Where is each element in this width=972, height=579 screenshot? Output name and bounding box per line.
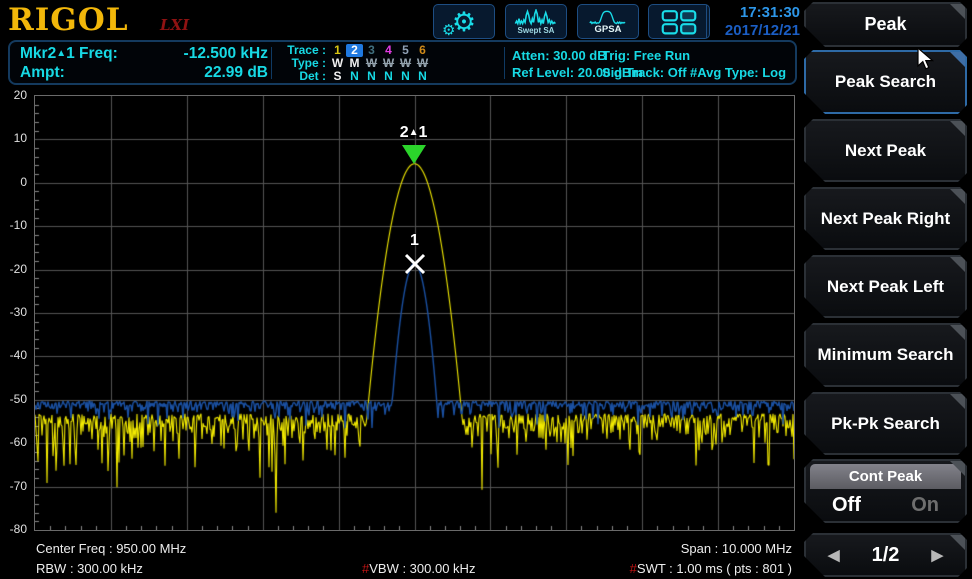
y-axis-label: 20 xyxy=(0,88,27,102)
softkey-next-peak[interactable]: Next Peak xyxy=(804,119,967,182)
trace-cell: N xyxy=(363,70,380,83)
trace-table-row-label: Det : xyxy=(278,70,326,83)
trig-readout: Trig: Free Run xyxy=(602,48,690,63)
corner-fold-icon xyxy=(950,461,965,476)
gpsa-curve-icon xyxy=(585,10,631,25)
rigol-logo: RIGOL xyxy=(8,2,129,38)
gear-icon: ⚙ xyxy=(452,9,476,35)
infobox-divider xyxy=(504,47,505,79)
softkey-page-nav[interactable]: ◀ 1/2 ▶ xyxy=(804,533,967,577)
page-prev-icon[interactable]: ◀ xyxy=(828,546,840,564)
cont-peak-on[interactable]: On xyxy=(911,494,939,517)
measurement-info-box: Mkr2▲1 Freq: -12.500 kHz Ampt: 22.99 dB … xyxy=(8,40,797,85)
y-axis-label: 10 xyxy=(0,131,27,145)
swept-sa-label: Swept SA xyxy=(518,27,555,35)
time-display: 17:31:30 xyxy=(712,4,800,22)
y-axis-label: -40 xyxy=(0,348,27,362)
gpsa-label: GPSA xyxy=(595,26,622,34)
corner-fold-icon xyxy=(950,4,965,19)
gpsa-mode-button[interactable]: GPSA xyxy=(577,4,639,39)
softkey-next-peak-right[interactable]: Next Peak Right xyxy=(804,187,967,250)
page-next-icon[interactable]: ▶ xyxy=(931,546,943,564)
y-axis-label: -30 xyxy=(0,305,27,319)
swept-sa-mode-button[interactable]: Swept SA xyxy=(505,4,567,39)
softkey-minimum-search[interactable]: Minimum Search xyxy=(804,323,967,387)
vbw-readout: #VBW : 300.00 kHz xyxy=(362,561,475,576)
system-settings-button[interactable]: ⚙ ⚙ xyxy=(433,4,495,39)
trace-cell: N xyxy=(380,70,397,83)
avg-type-readout: #Avg Type: Log xyxy=(690,65,786,80)
corner-fold-icon xyxy=(950,257,965,272)
page-indicator: 1/2 xyxy=(872,544,900,567)
marker-readout: Mkr2▲1 Freq: -12.500 kHz Ampt: 22.99 dB xyxy=(20,44,268,82)
y-axis-label: -50 xyxy=(0,392,27,406)
marker-ampt-label: Ampt: xyxy=(20,63,65,82)
marker-ampt-value: 22.99 dB xyxy=(204,63,268,82)
cont-peak-toggle[interactable]: Off On xyxy=(810,489,961,521)
trace-cell: S xyxy=(329,70,346,83)
softkey-cont-peak[interactable]: Cont Peak Off On xyxy=(804,459,967,523)
y-axis-label: 0 xyxy=(0,175,27,189)
y-axis-labels: 20100-10-20-30-40-50-60-70-80 xyxy=(0,95,30,531)
corner-fold-icon xyxy=(950,535,965,550)
gear-small-icon: ⚙ xyxy=(442,23,455,38)
y-axis-label: -80 xyxy=(0,522,27,536)
cont-peak-header: Cont Peak xyxy=(810,464,961,489)
lxi-logo: LXI xyxy=(160,16,189,34)
spectrum-analyzer-screen: RIGOL LXI ⚙ ⚙ Swept SA GPSA 17:31:30 201… xyxy=(0,0,972,579)
marker-freq-value: -12.500 kHz xyxy=(184,44,268,63)
atten-readout: Atten: 30.00 dB xyxy=(512,48,607,63)
marker-delta-label: 2▲1 xyxy=(384,124,444,142)
windows-grid-icon xyxy=(660,9,698,35)
spectrum-plot-area: 2▲1 1 xyxy=(34,95,795,531)
swt-readout: #SWT : 1.00 ms ( pts : 801 ) xyxy=(630,561,792,576)
cont-peak-off[interactable]: Off xyxy=(832,494,861,517)
center-freq-readout: Center Freq : 950.00 MHz xyxy=(36,541,186,556)
rbw-readout: RBW : 300.00 kHz xyxy=(36,561,143,576)
swept-sa-waveform-icon xyxy=(513,9,559,26)
trace-cell: N xyxy=(414,70,431,83)
softkey-peak-search[interactable]: Peak Search xyxy=(804,50,967,114)
marker1-label: 1 xyxy=(385,232,445,250)
span-readout: Span : 10.000 MHz xyxy=(681,541,792,556)
infobox-divider xyxy=(271,47,272,79)
trace-cell: N xyxy=(397,70,414,83)
y-axis-label: -20 xyxy=(0,262,27,276)
corner-fold-icon xyxy=(950,121,965,136)
y-axis-label: -70 xyxy=(0,479,27,493)
marker-freq-label: Mkr2▲1 Freq: xyxy=(20,44,118,63)
corner-fold-icon xyxy=(950,189,965,204)
trace-table-row: Det :SNNNNN xyxy=(278,70,431,83)
corner-fold-icon xyxy=(950,394,965,409)
mouse-cursor-icon xyxy=(916,47,938,73)
menu-title-peak[interactable]: Peak xyxy=(804,2,967,47)
corner-fold-icon xyxy=(950,52,965,67)
trace-cell: N xyxy=(346,70,363,83)
softkey-pk-pk-search[interactable]: Pk-Pk Search xyxy=(804,392,967,455)
header-separator xyxy=(706,5,707,38)
date-display: 2017/12/21 xyxy=(712,22,800,40)
y-axis-label: -60 xyxy=(0,435,27,449)
marker-delta-triangle-icon xyxy=(402,145,426,164)
trace-table: Trace :123456Type :WMWWWWDet :SNNNNN xyxy=(278,44,431,83)
clock-block: 17:31:30 2017/12/21 xyxy=(712,4,800,40)
y-axis-label: -10 xyxy=(0,218,27,232)
marker1-x-icon xyxy=(402,251,428,277)
window-layout-button[interactable] xyxy=(648,4,710,39)
sig-track-readout: Sig Track: Off xyxy=(602,65,687,80)
softkey-next-peak-left[interactable]: Next Peak Left xyxy=(804,255,967,318)
softkey-menu: Peak Peak Search Next Peak Next Peak Rig… xyxy=(800,0,972,579)
corner-fold-icon xyxy=(950,325,965,340)
